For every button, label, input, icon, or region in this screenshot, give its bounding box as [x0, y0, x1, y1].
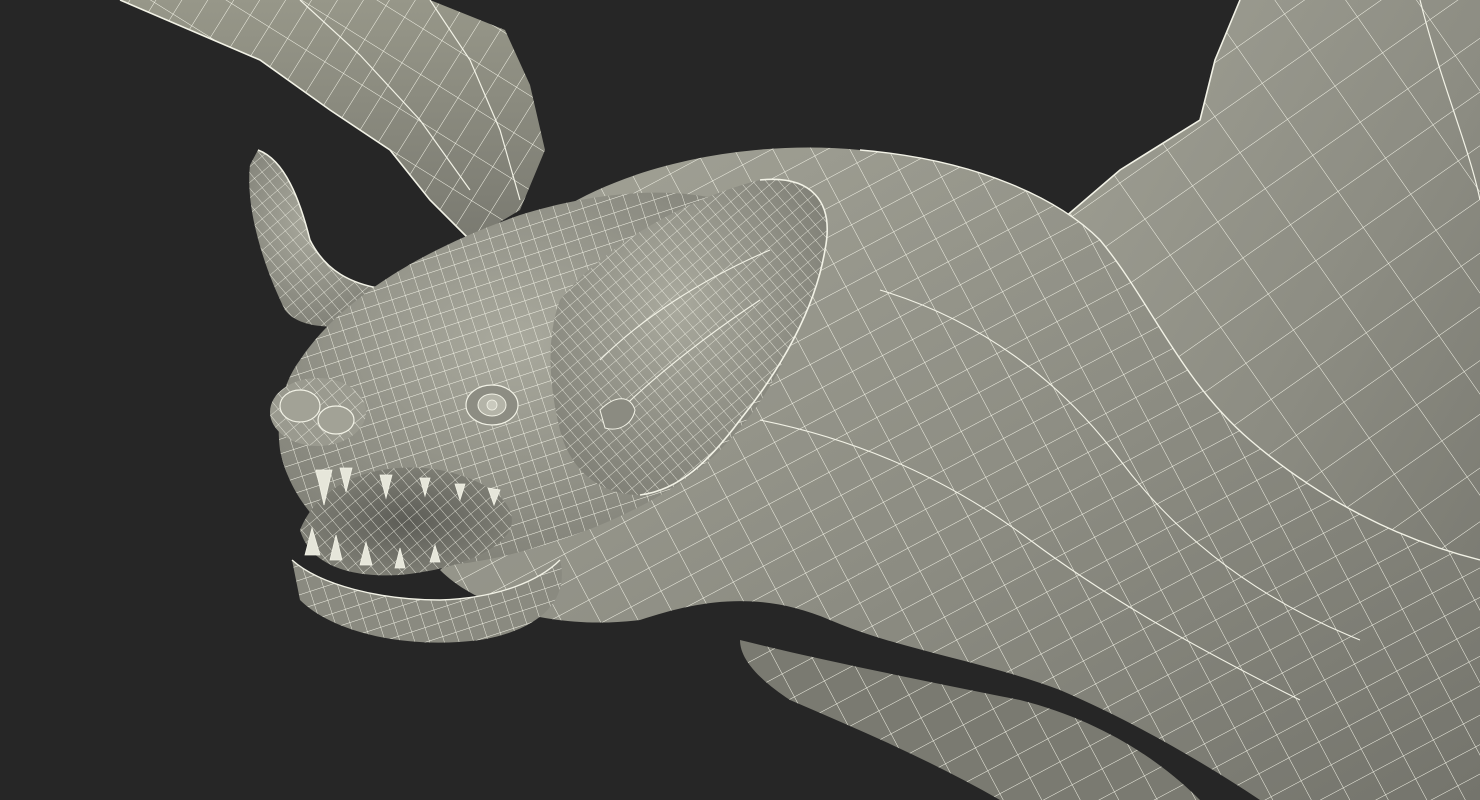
bat-wireframe-render	[119, 0, 1480, 800]
upper-left-wing	[119, 0, 545, 241]
bat-snout	[270, 378, 366, 446]
render-viewport	[0, 0, 1480, 800]
bat-eye	[465, 384, 519, 426]
